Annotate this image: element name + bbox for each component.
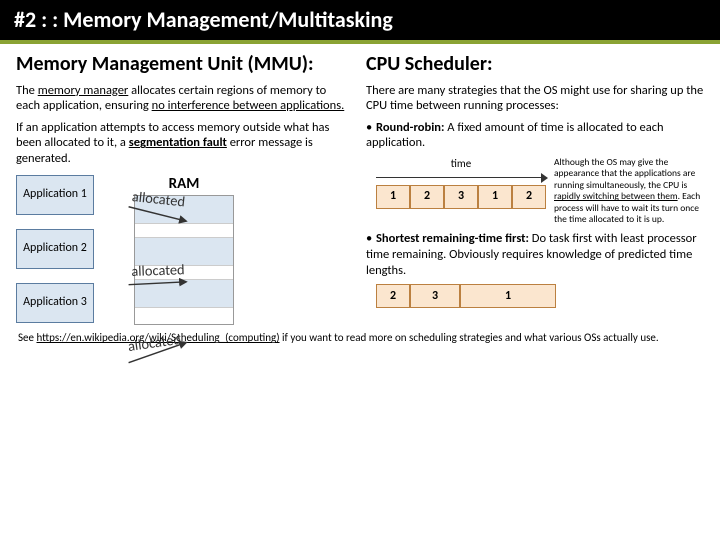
srt-timeline: 2 3 1	[376, 284, 704, 308]
app-box: Application 2	[16, 229, 94, 269]
slide-body: Memory Management Unit (MMU): The memory…	[0, 44, 720, 330]
app-box: Application 3	[16, 283, 94, 323]
srt-bullet: •Shortest remaining-time first: Do task …	[366, 231, 704, 278]
srt-cell: 2	[376, 284, 410, 308]
ram-segment	[135, 238, 233, 266]
ram-segment	[135, 196, 233, 224]
ram-diagram: Application 1 Application 2 Application …	[16, 175, 348, 326]
mmu-paragraph-1: The memory manager allocates certain reg…	[16, 83, 348, 114]
ram-segment	[135, 224, 233, 238]
round-robin-bullet: •Round-robin: A fixed amount of time is …	[366, 120, 704, 151]
srt-cell: 3	[410, 284, 460, 308]
mmu-paragraph-2: If an application attempts to access mem…	[16, 120, 348, 167]
rr-cells: 1 2 3 1 2	[376, 185, 546, 209]
ram-segment	[135, 266, 233, 280]
ram-label: RAM	[134, 175, 234, 194]
left-column: Memory Management Unit (MMU): The memory…	[16, 50, 348, 326]
footer-note: See https://en.wikipedia.org/wiki/Schedu…	[0, 329, 720, 345]
ram-column: RAM	[134, 175, 234, 326]
application-boxes: Application 1 Application 2 Application …	[16, 175, 94, 323]
ram-segment	[135, 308, 233, 324]
scheduler-heading: CPU Scheduler:	[366, 52, 704, 77]
time-label: time	[376, 157, 546, 171]
ram-box	[134, 195, 234, 325]
slide-title: #2 : : Memory Management/Multitasking	[0, 0, 720, 44]
footer-link[interactable]: https://en.wikipedia.org/wiki/Scheduling…	[37, 331, 280, 344]
rr-cell: 2	[410, 185, 444, 209]
rr-cell: 3	[444, 185, 478, 209]
mmu-heading: Memory Management Unit (MMU):	[16, 52, 348, 77]
rr-cell: 2	[512, 185, 546, 209]
scheduler-intro: There are many strategies that the OS mi…	[366, 83, 704, 114]
time-axis	[376, 173, 546, 183]
rr-cell: 1	[478, 185, 512, 209]
rr-cell: 1	[376, 185, 410, 209]
round-robin-timeline: time 1 2 3 1 2 Although the OS may give …	[366, 157, 704, 225]
app-box: Application 1	[16, 175, 94, 215]
ram-segment	[135, 280, 233, 308]
right-column: CPU Scheduler: There are many strategies…	[366, 50, 704, 326]
round-robin-aside: Although the OS may give the appearance …	[554, 157, 704, 225]
srt-cell: 1	[460, 284, 556, 308]
